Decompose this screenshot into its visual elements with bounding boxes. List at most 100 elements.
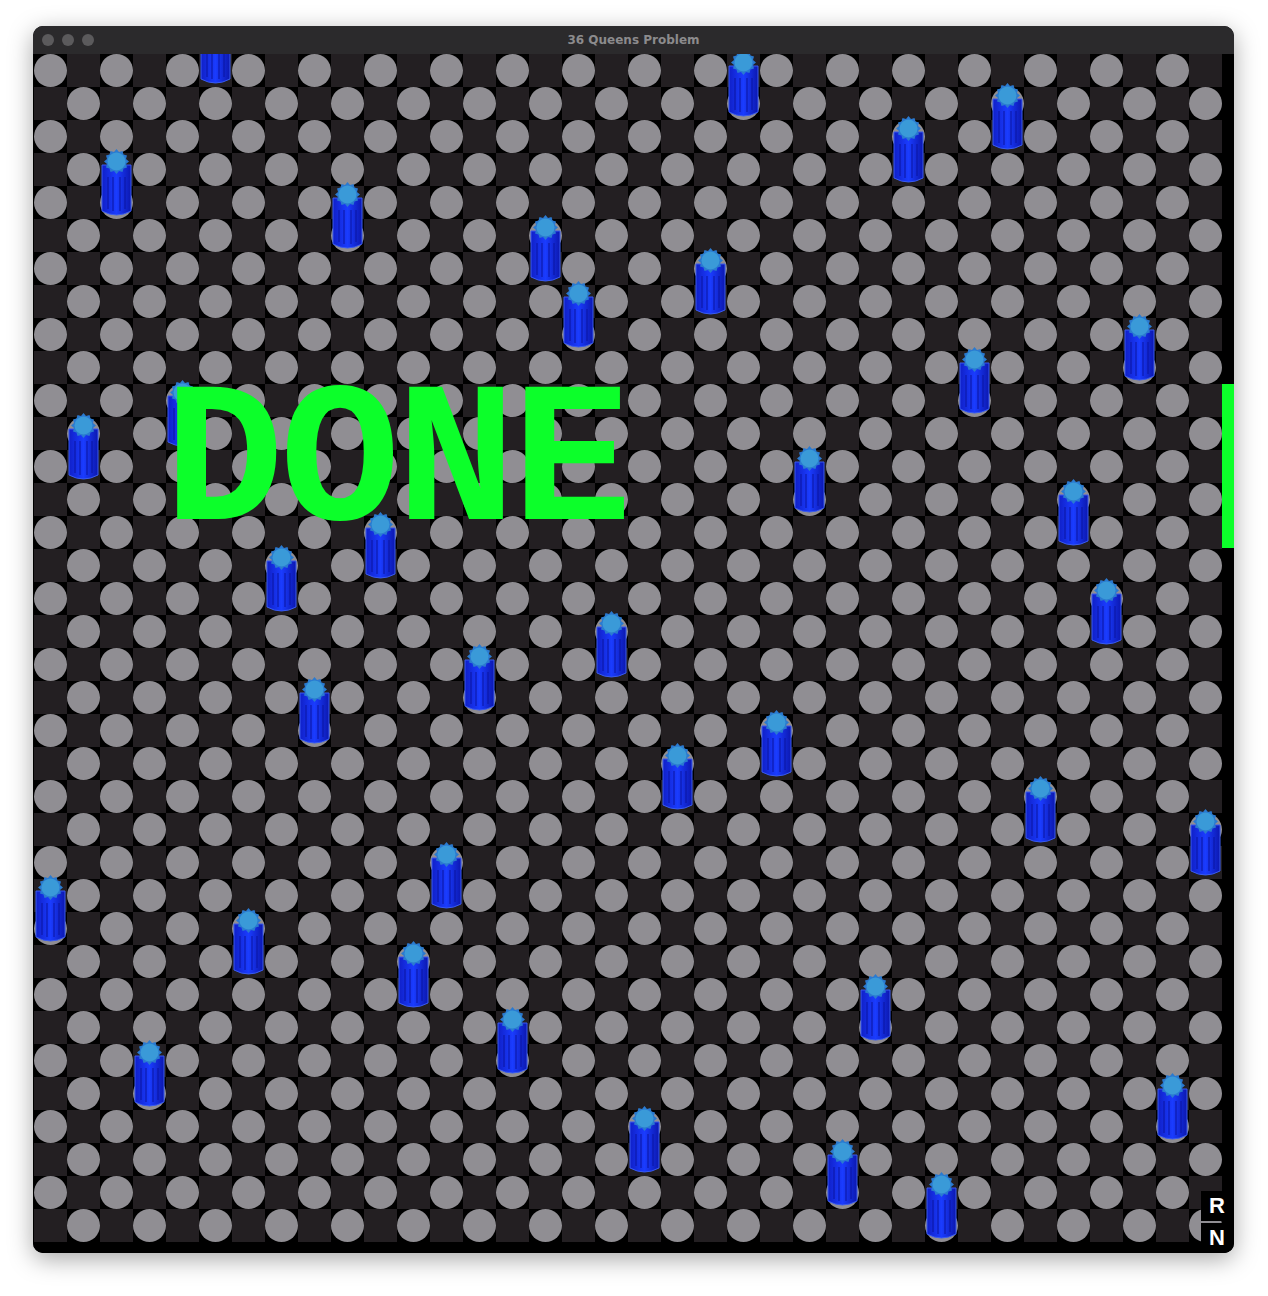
board-square[interactable] [265, 120, 298, 153]
board-square[interactable] [1156, 780, 1189, 813]
board-square[interactable] [958, 615, 991, 648]
board-square[interactable] [133, 615, 166, 648]
board-square[interactable] [562, 1110, 595, 1143]
board-square[interactable] [727, 714, 760, 747]
board-square[interactable] [562, 780, 595, 813]
board-square[interactable] [529, 648, 562, 681]
board-square[interactable] [1057, 318, 1090, 351]
board-square[interactable] [661, 714, 694, 747]
board-square[interactable] [166, 648, 199, 681]
board-square[interactable] [595, 351, 628, 384]
board-square[interactable] [595, 186, 628, 219]
board-square[interactable] [1123, 417, 1156, 450]
board-square[interactable] [1123, 87, 1156, 120]
board-square[interactable] [859, 153, 892, 186]
board-square[interactable] [430, 813, 463, 846]
board-square[interactable] [694, 582, 727, 615]
board-square[interactable] [133, 87, 166, 120]
board-square[interactable] [463, 252, 496, 285]
board-square[interactable] [34, 747, 67, 780]
board-square[interactable] [958, 54, 991, 87]
board-square[interactable] [34, 153, 67, 186]
board-square[interactable] [991, 351, 1024, 384]
board-square[interactable] [826, 912, 859, 945]
board-square[interactable] [727, 813, 760, 846]
board-square[interactable] [661, 648, 694, 681]
board-square[interactable] [34, 1110, 67, 1143]
board-square[interactable] [232, 879, 265, 912]
board-square[interactable] [661, 87, 694, 120]
board-square[interactable] [166, 846, 199, 879]
board-square[interactable] [628, 813, 661, 846]
board-square[interactable] [727, 945, 760, 978]
board-square[interactable] [430, 87, 463, 120]
board-square[interactable] [133, 648, 166, 681]
board-square[interactable] [166, 714, 199, 747]
board-square[interactable] [628, 450, 661, 483]
board-square[interactable] [298, 1011, 331, 1044]
board-square[interactable] [1123, 813, 1156, 846]
board-square[interactable] [1057, 153, 1090, 186]
board-square[interactable] [166, 1077, 199, 1110]
board-square[interactable] [925, 615, 958, 648]
board-square[interactable] [1057, 945, 1090, 978]
board-square[interactable] [265, 714, 298, 747]
board-square[interactable] [232, 1176, 265, 1209]
board-square[interactable] [430, 978, 463, 1011]
board-square[interactable] [397, 615, 430, 648]
board-square[interactable] [991, 648, 1024, 681]
board-square[interactable] [298, 549, 331, 582]
board-square[interactable] [892, 714, 925, 747]
board-square[interactable] [133, 1143, 166, 1176]
board-square[interactable] [760, 846, 793, 879]
board-square[interactable] [694, 1077, 727, 1110]
board-square[interactable] [760, 1044, 793, 1077]
board-square[interactable] [925, 1011, 958, 1044]
board-square[interactable] [1189, 714, 1222, 747]
board-square[interactable] [100, 219, 133, 252]
board-square[interactable] [1057, 252, 1090, 285]
board-square[interactable] [265, 582, 298, 615]
board-square[interactable] [595, 912, 628, 945]
board-square[interactable] [1189, 318, 1222, 351]
board-square[interactable] [628, 549, 661, 582]
board-square[interactable] [265, 747, 298, 780]
board-square[interactable] [859, 483, 892, 516]
board-square[interactable] [991, 582, 1024, 615]
board-square[interactable] [958, 1176, 991, 1209]
board-square[interactable] [331, 549, 364, 582]
board-square[interactable] [265, 219, 298, 252]
board-square[interactable] [661, 879, 694, 912]
board-square[interactable] [595, 681, 628, 714]
board-square[interactable] [661, 813, 694, 846]
board-square[interactable] [34, 417, 67, 450]
board-square[interactable] [166, 747, 199, 780]
board-square[interactable] [199, 1110, 232, 1143]
board-square[interactable] [958, 516, 991, 549]
board-square[interactable] [628, 747, 661, 780]
board-square[interactable] [199, 714, 232, 747]
board-square[interactable] [694, 1209, 727, 1242]
board-square[interactable] [1156, 153, 1189, 186]
board-square[interactable] [1024, 1176, 1057, 1209]
board-square[interactable] [166, 54, 199, 87]
board-square[interactable] [166, 1044, 199, 1077]
board-square[interactable] [364, 648, 397, 681]
board-square[interactable] [463, 153, 496, 186]
board-square[interactable] [727, 1077, 760, 1110]
board-square[interactable] [760, 1176, 793, 1209]
board-square[interactable] [67, 879, 100, 912]
board-square[interactable] [925, 384, 958, 417]
board-square[interactable] [562, 681, 595, 714]
board-square[interactable] [397, 252, 430, 285]
board-square[interactable] [826, 186, 859, 219]
board-square[interactable] [892, 1110, 925, 1143]
board-square[interactable] [67, 450, 100, 483]
board-square[interactable] [100, 846, 133, 879]
board-square[interactable] [34, 945, 67, 978]
board-square[interactable] [562, 978, 595, 1011]
board-square[interactable] [925, 648, 958, 681]
board-square[interactable] [34, 681, 67, 714]
board-square[interactable] [430, 186, 463, 219]
board-square[interactable] [892, 615, 925, 648]
